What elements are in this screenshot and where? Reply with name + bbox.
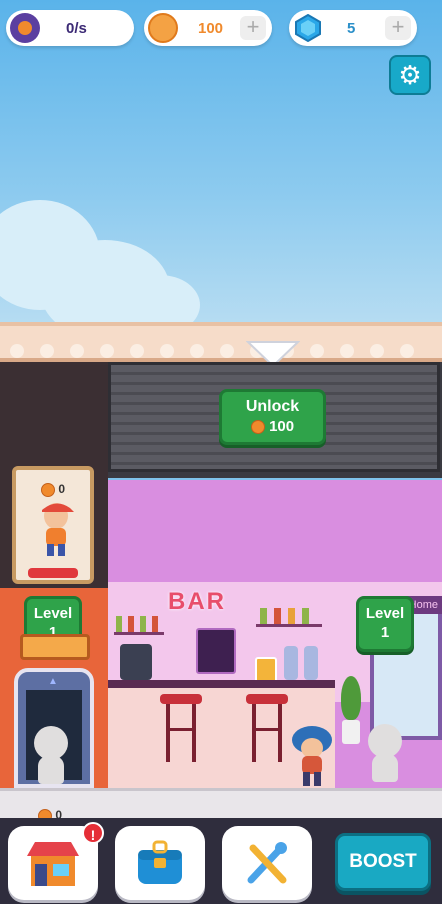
shop-icon: [27, 842, 79, 886]
unlock-label: Unlock: [245, 398, 300, 415]
gear-icon: ⚙: [398, 59, 422, 90]
bottle-shelf: [114, 608, 164, 635]
coin-balance-pill: 100 +: [144, 10, 272, 46]
elevator-cabin: 0: [12, 466, 94, 584]
income-rate-value: 0/s: [66, 19, 87, 37]
ground-floor: [0, 788, 442, 818]
menu-board: [196, 628, 236, 674]
settings-button[interactable]: ⚙: [389, 55, 431, 95]
soda-dispenser: [282, 640, 322, 680]
coin-balance-value: 100: [198, 19, 224, 37]
gem-balance-pill: 5 +: [289, 10, 417, 46]
bottle-shelf: [256, 600, 322, 627]
inventory-button[interactable]: [115, 826, 205, 900]
upgrades-button[interactable]: [222, 826, 312, 900]
elevator-operator: [42, 503, 74, 556]
add-coins-button[interactable]: +: [240, 16, 266, 40]
waiting-customer-silhouette: [28, 726, 74, 786]
unlock-cost: 100: [269, 418, 295, 435]
bag-icon: [138, 840, 182, 884]
bartender-worker: [292, 726, 332, 786]
bar-level-badge[interactable]: Level 1: [356, 596, 414, 652]
gem-icon: [293, 13, 323, 43]
bar-stool: [160, 694, 202, 764]
coffee-machine: [120, 644, 152, 680]
unlock-floor-button[interactable]: Unlock 100: [219, 389, 326, 445]
tools-icon: [247, 842, 287, 884]
income-rate-pill: 0/s: [6, 10, 134, 46]
shop-alert-badge: !: [82, 822, 104, 844]
elevator-cash: 0: [58, 482, 66, 496]
bar-stool: [246, 694, 288, 764]
boost-button[interactable]: BOOST: [335, 833, 431, 891]
coin-icon: [250, 420, 265, 435]
elevator-level-label: Level: [33, 605, 73, 622]
elevator-up-arrow: ▲: [48, 676, 58, 687]
income-icon: [10, 13, 40, 43]
building-roof: [0, 322, 442, 362]
bar-level-label: Level: [365, 605, 405, 622]
bar-sign: BAR: [168, 588, 226, 615]
add-gems-button[interactable]: +: [385, 16, 411, 40]
bar-level-value: 1: [380, 624, 390, 641]
elevator-counter-panel: [20, 634, 90, 660]
gem-balance-value: 5: [347, 19, 356, 37]
coin-icon: [41, 482, 55, 497]
coin-icon: [148, 13, 178, 43]
waiting-customer-silhouette: [362, 724, 408, 784]
